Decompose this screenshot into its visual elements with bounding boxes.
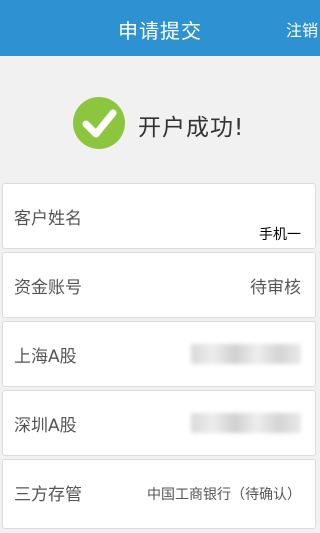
row-label: 深圳A股 (14, 416, 77, 436)
logout-button[interactable]: 注销 (286, 17, 318, 41)
row-label: 资金账号 (14, 278, 82, 298)
redacted-value (191, 413, 301, 433)
result-panel: 开户成功! (0, 56, 320, 182)
check-circle-icon (73, 97, 125, 149)
account-info-list: 客户姓名 手机一 资金账号 待审核 上海A股 深圳A股 三方存管 中国工商银行（… (2, 183, 316, 532)
shanghai-a-share-row: 上海A股 (2, 321, 316, 387)
row-label: 客户姓名 (14, 209, 82, 229)
row-label: 三方存管 (14, 485, 82, 505)
custody-bank-value: 中国工商银行（待确认） (147, 487, 301, 503)
fund-account-row: 资金账号 待审核 (2, 252, 316, 318)
success-message: 开户成功! (138, 115, 245, 141)
customer-name-value: 手机一 (259, 227, 301, 243)
row-label: 上海A股 (14, 347, 77, 367)
page-title: 申请提交 (118, 19, 202, 43)
shenzhen-a-share-row: 深圳A股 (2, 390, 316, 456)
redacted-value (191, 344, 301, 364)
fund-account-value: 待审核 (250, 278, 301, 298)
customer-name-row: 客户姓名 手机一 (2, 183, 316, 249)
third-party-custody-row: 三方存管 中国工商银行（待确认） (2, 459, 316, 529)
top-bar: 申请提交 注销 (0, 0, 320, 56)
